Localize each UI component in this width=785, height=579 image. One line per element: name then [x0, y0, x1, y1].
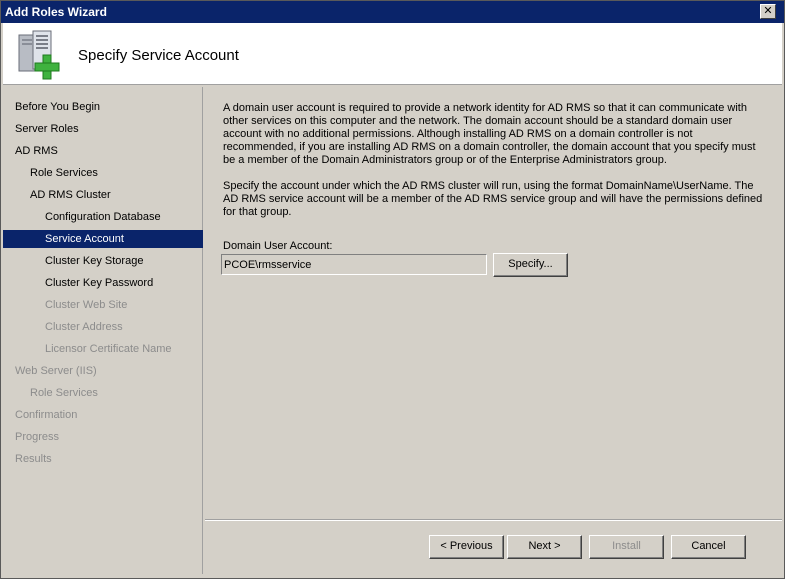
step-server-roles[interactable]: Server Roles [15, 120, 79, 138]
window-title: Add Roles Wizard [5, 5, 107, 19]
next-button[interactable]: Next > [507, 535, 582, 559]
install-button: Install [589, 535, 664, 559]
wizard-steps-sidebar: Before You Begin Server Roles AD RMS Rol… [3, 87, 203, 574]
page-title: Specify Service Account [78, 47, 239, 64]
description-paragraph: A domain user account is required to pro… [223, 102, 756, 166]
step-iis-role-services: Role Services [30, 387, 98, 399]
step-results: Results [15, 453, 52, 465]
specify-button[interactable]: Specify... [493, 253, 568, 277]
step-before-you-begin[interactable]: Before You Begin [15, 98, 100, 116]
step-cluster-key-password[interactable]: Cluster Key Password [45, 274, 153, 292]
wizard-header: Specify Service Account [3, 23, 782, 85]
wizard-footer: < Previous Next > Install Cancel [205, 521, 782, 574]
instructions-paragraph: Specify the account under which the AD R… [223, 180, 763, 218]
server-add-icon [18, 30, 60, 80]
step-ad-rms[interactable]: AD RMS [15, 142, 58, 160]
step-configuration-database[interactable]: Configuration Database [45, 208, 161, 226]
add-roles-wizard-window: Add Roles Wizard ✕ Specify Service Accou… [0, 0, 785, 579]
step-licensor-certificate-name: Licensor Certificate Name [45, 343, 172, 355]
step-ad-rms-role-services[interactable]: Role Services [30, 164, 98, 182]
domain-user-account-field[interactable] [221, 254, 487, 275]
title-bar[interactable]: Add Roles Wizard ✕ [1, 1, 784, 23]
step-web-server-iis: Web Server (IIS) [15, 365, 97, 377]
step-cluster-web-site: Cluster Web Site [45, 299, 128, 311]
cancel-button[interactable]: Cancel [671, 535, 746, 559]
domain-user-account-label: Domain User Account: [223, 240, 333, 252]
step-progress: Progress [15, 431, 60, 443]
close-icon: ✕ [763, 5, 773, 17]
step-confirmation: Confirmation [15, 409, 78, 421]
main-content: A domain user account is required to pro… [205, 87, 782, 519]
previous-button[interactable]: < Previous [429, 535, 504, 559]
close-button[interactable]: ✕ [760, 4, 776, 19]
step-cluster-address: Cluster Address [45, 321, 123, 333]
step-cluster-key-storage[interactable]: Cluster Key Storage [45, 252, 143, 270]
step-ad-rms-cluster[interactable]: AD RMS Cluster [30, 186, 111, 204]
step-service-account[interactable]: Service Account [3, 230, 203, 248]
